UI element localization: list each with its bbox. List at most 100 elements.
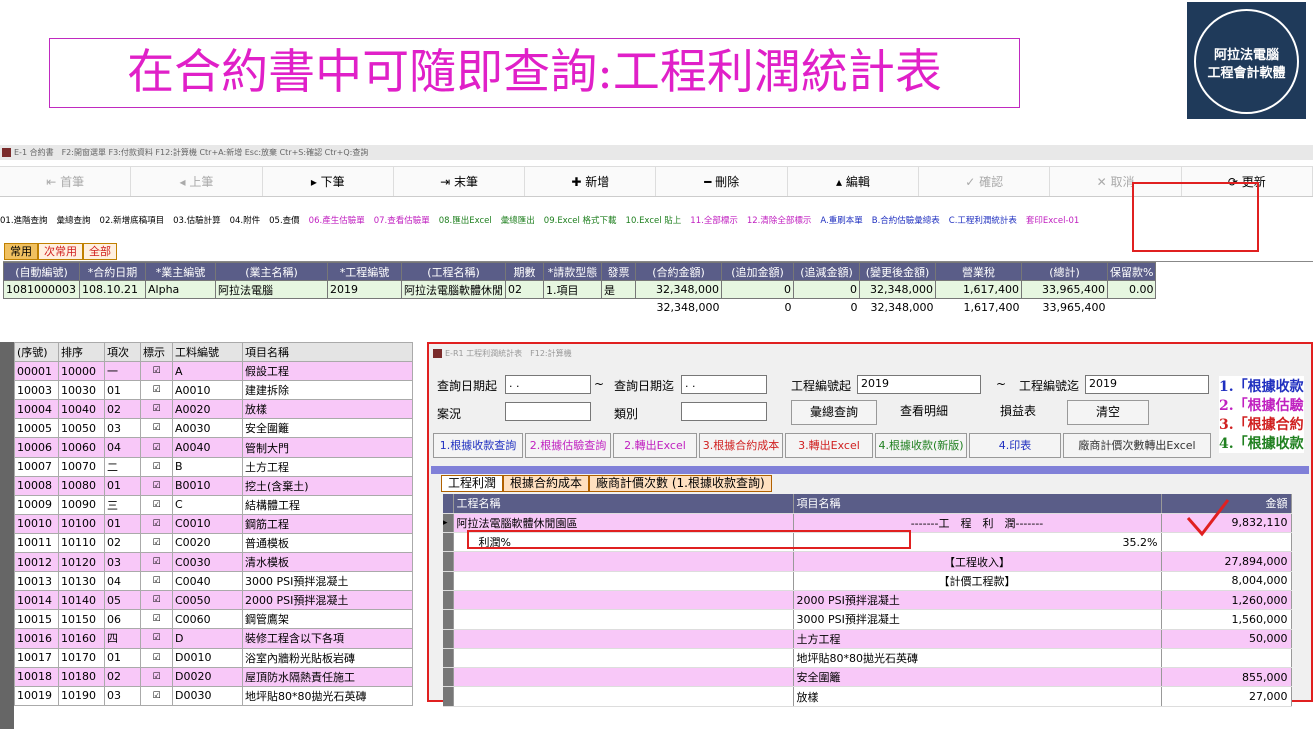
- item-col-header[interactable]: 標示: [140, 341, 173, 363]
- item-row[interactable]: 10005 10050 03 ☑ A0030 安全圍籬: [14, 418, 413, 439]
- item-row[interactable]: 10018 10180 02 ☑ D0020 屋頂防水隔熱責任施工: [14, 666, 413, 687]
- func-button-0[interactable]: 01.進階查詢: [0, 214, 48, 226]
- contract-cell[interactable]: 0: [721, 280, 794, 299]
- report-button-7[interactable]: 廠商計價次數轉出Excel: [1063, 433, 1211, 458]
- mark-checkbox[interactable]: ☑: [140, 552, 173, 573]
- contract-cell[interactable]: 108.10.21: [79, 280, 146, 299]
- func-button-4[interactable]: 04.附件: [230, 214, 261, 226]
- type-input[interactable]: [681, 402, 767, 421]
- pl-statement-button[interactable]: 損益表: [971, 400, 1065, 425]
- tab-all[interactable]: 全部: [83, 243, 117, 260]
- nav-button-1[interactable]: ◂ 上筆: [131, 167, 263, 196]
- contract-cell[interactable]: 阿拉法電腦軟體休閒: [401, 280, 506, 299]
- contract-col-header[interactable]: (追減金額): [793, 262, 860, 281]
- item-row[interactable]: 10017 10170 01 ☑ D0010 浴室內牆粉光貼板岩磚: [14, 647, 413, 668]
- report-button-0[interactable]: 1.根據收款查詢: [433, 433, 523, 458]
- item-row[interactable]: 10006 10060 04 ☑ A0040 管制大門: [14, 437, 413, 458]
- contract-col-header[interactable]: (變更後金額): [859, 262, 936, 281]
- tab-secondary[interactable]: 次常用: [38, 243, 83, 260]
- mark-checkbox[interactable]: ☑: [140, 628, 173, 649]
- proj-from-input[interactable]: 2019: [857, 375, 981, 394]
- mark-checkbox[interactable]: ☑: [140, 513, 173, 534]
- func-button-9[interactable]: 彙總匯出: [501, 214, 535, 226]
- mark-checkbox[interactable]: ☑: [140, 609, 173, 630]
- contract-col-header[interactable]: 期數: [505, 262, 544, 281]
- nav-button-6[interactable]: ▴ 編輯: [788, 167, 920, 196]
- contract-col-header[interactable]: (自動編號): [3, 262, 80, 281]
- func-button-5[interactable]: 05.查價: [269, 214, 300, 226]
- report-button-6[interactable]: 4.印表: [969, 433, 1061, 458]
- report-row[interactable]: 土方工程 50,000: [443, 629, 1292, 649]
- mark-checkbox[interactable]: ☑: [140, 647, 173, 668]
- summary-query-button[interactable]: 彙總查詢: [791, 400, 877, 425]
- contract-cell[interactable]: 是: [601, 280, 636, 299]
- contract-col-header[interactable]: *工程編號: [327, 262, 402, 281]
- nav-button-7[interactable]: ✓ 確認: [919, 167, 1051, 196]
- item-row[interactable]: 10011 10110 02 ☑ C0020 普通模板: [14, 532, 413, 554]
- contract-col-header[interactable]: 保留款%: [1106, 262, 1157, 281]
- proj-to-input[interactable]: 2019: [1085, 375, 1209, 394]
- report-button-5[interactable]: 4.根據收款(新版): [875, 433, 967, 458]
- contract-col-header[interactable]: *業主編號: [145, 262, 216, 281]
- nav-button-3[interactable]: ⇥ 末筆: [394, 167, 526, 196]
- contract-cell[interactable]: 32,348,000: [859, 280, 936, 299]
- contract-col-header[interactable]: 營業稅: [935, 262, 1022, 281]
- report-button-3[interactable]: 3.根據合約成本: [699, 433, 783, 458]
- report-row[interactable]: 放樣 27,000: [443, 686, 1292, 707]
- date-from-input[interactable]: . .: [505, 375, 591, 394]
- report-row[interactable]: 2000 PSI預拌混凝土 1,260,000: [443, 590, 1292, 611]
- report-button-4[interactable]: 3.轉出Excel: [785, 433, 873, 458]
- item-col-header[interactable]: 工料編號: [172, 341, 243, 363]
- contract-cell[interactable]: 1,617,400: [935, 280, 1022, 299]
- item-row[interactable]: 10010 10100 01 ☑ C0010 鋼筋工程: [14, 513, 413, 534]
- clear-button[interactable]: 清空: [1067, 400, 1149, 425]
- contract-cell[interactable]: 1.項目: [543, 280, 602, 299]
- contract-cell[interactable]: Alpha: [145, 280, 216, 299]
- report-row[interactable]: 地坪貼80*80拋光石英磚: [443, 648, 1292, 669]
- item-col-header[interactable]: 項目名稱: [242, 341, 413, 363]
- func-button-7[interactable]: 07.查看估驗單: [374, 214, 430, 226]
- contract-col-header[interactable]: (合約金額): [635, 262, 722, 281]
- item-row[interactable]: 10019 10190 03 ☑ D0030 地坪貼80*80拋光石英磚: [14, 685, 413, 706]
- func-button-10[interactable]: 09.Excel 格式下載: [544, 214, 617, 226]
- report-col-header[interactable]: 工程名稱: [453, 494, 794, 514]
- mark-checkbox[interactable]: ☑: [140, 437, 173, 458]
- contract-col-header[interactable]: 發票: [601, 262, 636, 281]
- contract-cell[interactable]: 2019: [327, 280, 402, 299]
- contract-cell[interactable]: 32,348,000: [635, 280, 722, 299]
- contract-cell[interactable]: 02: [505, 280, 544, 299]
- mark-checkbox[interactable]: ☑: [140, 590, 173, 611]
- item-row[interactable]: 10014 10140 05 ☑ C0050 2000 PSI預拌混凝土: [14, 590, 413, 611]
- func-button-13[interactable]: 12.清除全部標示: [747, 214, 812, 226]
- item-row[interactable]: 10016 10160 四 ☑ D 裝修工程含以下各項: [14, 628, 413, 649]
- item-col-header[interactable]: 項次: [104, 341, 141, 363]
- func-button-2[interactable]: 02.新增底稿項目: [100, 214, 165, 226]
- report-button-1[interactable]: 2.根據估驗查詢: [525, 433, 611, 458]
- func-button-6[interactable]: 06.產生估驗單: [309, 214, 365, 226]
- func-button-8[interactable]: 08.匯出Excel: [439, 214, 492, 226]
- contract-cell[interactable]: 阿拉法電腦: [215, 280, 328, 299]
- nav-button-5[interactable]: ━ 刪除: [656, 167, 788, 196]
- item-row[interactable]: 10012 10120 03 ☑ C0030 清水模板: [14, 552, 413, 573]
- nav-button-2[interactable]: ▸ 下筆: [263, 167, 394, 196]
- mark-checkbox[interactable]: ☑: [140, 361, 173, 382]
- report-row[interactable]: 3000 PSI預拌混凝土 1,560,000: [443, 609, 1292, 630]
- item-row[interactable]: 10008 10080 01 ☑ B0010 挖土(含棄土): [14, 475, 413, 496]
- case-input[interactable]: [505, 402, 591, 421]
- contract-col-header[interactable]: *請款型態: [543, 262, 602, 281]
- contract-cell[interactable]: 33,965,400: [1021, 280, 1108, 299]
- item-row[interactable]: 10009 10090 三 ☑ C 結構體工程: [14, 494, 413, 515]
- func-button-14[interactable]: A.重刷本單: [820, 214, 862, 226]
- item-col-header[interactable]: 排序: [58, 341, 105, 363]
- item-row[interactable]: 10013 10130 04 ☑ C0040 3000 PSI預拌混凝土: [14, 571, 413, 592]
- item-row[interactable]: 00001 10000 一 ☑ A 假設工程: [14, 361, 413, 382]
- contract-col-header[interactable]: (追加金額): [721, 262, 794, 281]
- contract-cell[interactable]: 0: [793, 280, 860, 299]
- mark-checkbox[interactable]: ☑: [140, 475, 173, 496]
- nav-button-4[interactable]: ✚ 新增: [525, 167, 657, 196]
- item-row[interactable]: 10007 10070 二 ☑ B 土方工程: [14, 456, 413, 477]
- contract-cell[interactable]: 1081000003: [3, 280, 80, 299]
- contract-col-header[interactable]: (業主名稱): [215, 262, 328, 281]
- contract-col-header[interactable]: *合約日期: [79, 262, 146, 281]
- report-col-header[interactable]: 項目名稱: [793, 494, 1162, 514]
